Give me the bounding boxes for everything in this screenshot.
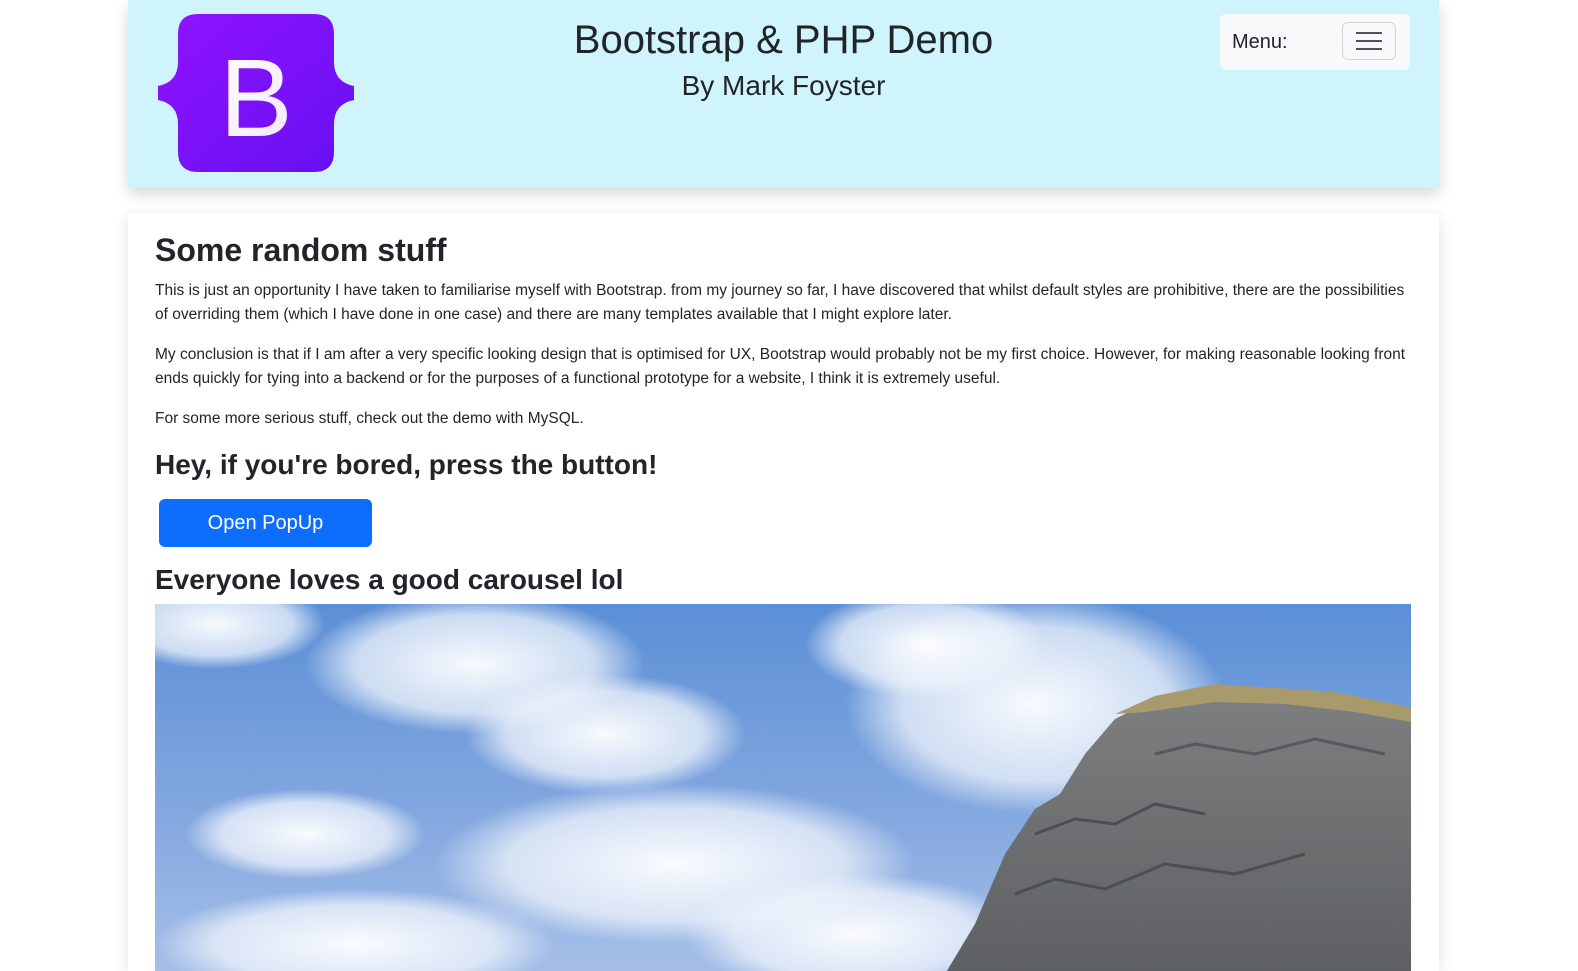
intro-paragraph: This is just an opportunity I have taken… (155, 282, 1405, 323)
popup-heading: Hey, if you're bored, press the button! (155, 449, 658, 480)
navbar: Menu: (1220, 14, 1410, 70)
carousel[interactable] (155, 604, 1411, 971)
menu-toggle-button[interactable] (1342, 22, 1396, 60)
main-content: Some random stuff This is just an opport… (128, 213, 1439, 971)
menu-label: Menu: (1232, 31, 1288, 53)
carousel-heading: Everyone loves a good carousel lol (155, 564, 624, 595)
conclusion-paragraph: My conclusion is that if I am after a ve… (155, 346, 1406, 387)
hamburger-icon (1356, 32, 1382, 50)
open-popup-button[interactable]: Open PopUp (159, 499, 372, 547)
landscape-photo-icon (155, 604, 1411, 971)
site-subtitle: By Mark Foyster (681, 70, 886, 101)
site-header: B Bootstrap & PHP Demo By Mark Foyster M… (128, 0, 1439, 188)
section-heading: Some random stuff (155, 232, 447, 268)
mysql-paragraph: For some more serious stuff, check out t… (155, 410, 584, 427)
content-inner: Some random stuff This is just an opport… (155, 213, 1411, 971)
